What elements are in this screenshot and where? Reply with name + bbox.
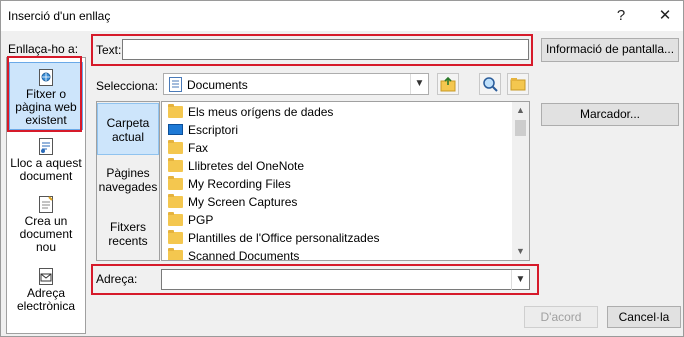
cancel-button[interactable]: Cancel·la [607,306,681,328]
address-combo[interactable]: ▼ [161,269,530,290]
list-item[interactable]: PGP [166,211,511,229]
ok-button[interactable]: D'acord [524,306,598,328]
list-item[interactable]: Fax [166,139,511,157]
vertical-scrollbar[interactable]: ▲ ▼ [512,102,529,260]
bookmark-button[interactable]: Marcador... [541,103,679,126]
place-label: Lloc a aquest document [10,156,82,183]
scroll-thumb[interactable] [515,120,526,136]
place-label: Adreça electrònica [16,286,76,313]
chevron-down-icon[interactable]: ▼ [410,74,428,94]
folder-icon [168,212,183,226]
list-item[interactable]: My Screen Captures [166,193,511,211]
file-list: Els meus orígens de dades Escriptori Fax… [161,101,530,261]
folder-icon [168,194,183,208]
look-in-combo[interactable]: Documents ▼ [163,73,429,95]
browse-web-icon[interactable] [479,73,501,95]
look-in-value: Documents [187,78,248,92]
list-item[interactable]: Scanned Documents [166,247,511,260]
folder-icon [168,248,183,260]
folder-icon [168,104,183,118]
desktop-icon [168,124,183,136]
place-in-document-icon [39,138,53,155]
scroll-up-icon[interactable]: ▲ [512,102,529,119]
close-button[interactable]: ✕ [649,4,681,28]
place-existing-file-web-page[interactable]: Fitxer o pàgina web existent [9,62,83,130]
text-label: Text: [96,43,122,57]
text-to-display-input[interactable] [122,39,529,60]
scroll-down-icon[interactable]: ▼ [512,243,529,260]
tab-current-folder[interactable]: Carpeta actual [97,103,159,155]
chevron-down-icon[interactable]: ▼ [511,270,529,290]
folder-icon [168,140,183,154]
list-item[interactable]: Escriptori [166,121,511,139]
folder-icon [168,230,183,244]
email-icon [39,268,53,285]
address-label: Adreça: [96,272,138,286]
address-input[interactable] [164,271,509,288]
folder-icon [168,176,183,190]
folder-view-tabs: Carpeta actual Pàgines navegades Fitxers… [96,101,160,261]
place-in-this-document[interactable]: Lloc a aquest document [9,138,83,188]
place-label: Crea un document nou [19,214,73,254]
documents-folder-icon [169,77,182,95]
place-label: Fitxer o pàgina web existent [15,87,77,127]
up-folder-icon[interactable] [437,73,459,95]
insert-hyperlink-dialog: Inserció d'un enllaç ? ✕ Enllaça-ho a: F… [0,0,684,337]
browse-file-icon[interactable] [507,73,529,95]
place-email-address[interactable]: Adreça electrònica [9,268,83,318]
title-bar: Inserció d'un enllaç ? ✕ [1,1,683,31]
folder-icon [168,158,183,172]
link-to-label: Enllaça-ho a: [8,42,79,56]
place-create-new-document[interactable]: Crea un document nou [9,196,83,256]
dialog-title: Inserció d'un enllaç [8,9,111,23]
list-item[interactable]: Els meus orígens de dades [166,103,511,121]
list-item[interactable]: Plantilles de l'Office personalitzades [166,229,511,247]
tab-recent-files[interactable]: Fitxers recents [97,220,159,256]
tab-browsed-pages[interactable]: Pàgines navegades [97,166,159,202]
link-to-places-bar: Fitxer o pàgina web existent Lloc a aque… [6,57,86,334]
list-item[interactable]: Llibretes del OneNote [166,157,511,175]
look-in-label: Selecciona: [96,79,159,93]
new-document-icon [39,196,53,213]
screentip-button[interactable]: Informació de pantalla... [541,38,679,62]
list-item[interactable]: My Recording Files [166,175,511,193]
web-page-icon [39,69,53,86]
help-button[interactable]: ? [605,4,637,28]
